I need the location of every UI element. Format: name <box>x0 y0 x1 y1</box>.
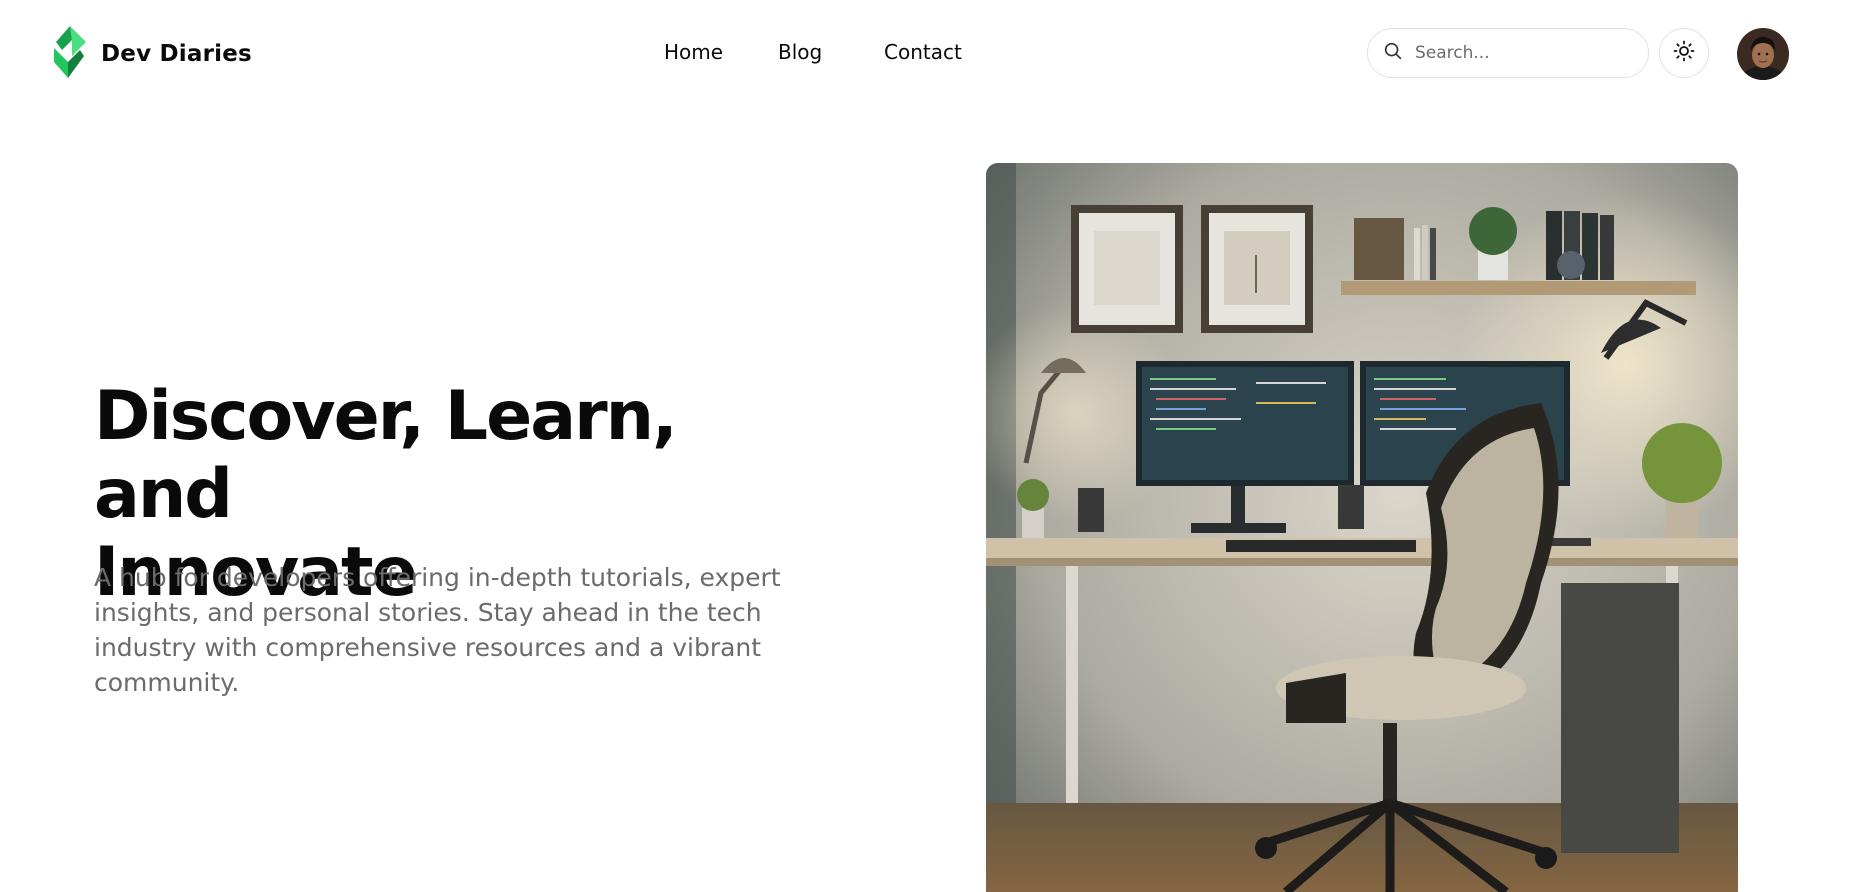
diamond-logo-icon <box>52 26 88 82</box>
nav-contact-link[interactable]: Contact <box>884 40 962 64</box>
hero-image <box>986 163 1738 892</box>
hero-description: A hub for developers offering in-depth t… <box>94 563 781 697</box>
brand-name: Dev Diaries <box>101 41 252 67</box>
avatar[interactable] <box>1737 28 1789 80</box>
sun-icon <box>1672 39 1696 67</box>
search-box[interactable] <box>1367 28 1649 78</box>
search-icon <box>1382 40 1404 66</box>
hero-title-line-1: Discover, Learn, and <box>94 377 678 534</box>
nav-blog-link[interactable]: Blog <box>778 40 822 64</box>
brand-link[interactable]: Dev Diaries <box>52 26 252 82</box>
theme-toggle-button[interactable] <box>1659 28 1709 78</box>
nav-home-link[interactable]: Home <box>664 40 723 64</box>
site-header: Dev Diaries Home Blog Contact <box>0 0 1857 106</box>
search-input[interactable] <box>1413 42 1637 64</box>
